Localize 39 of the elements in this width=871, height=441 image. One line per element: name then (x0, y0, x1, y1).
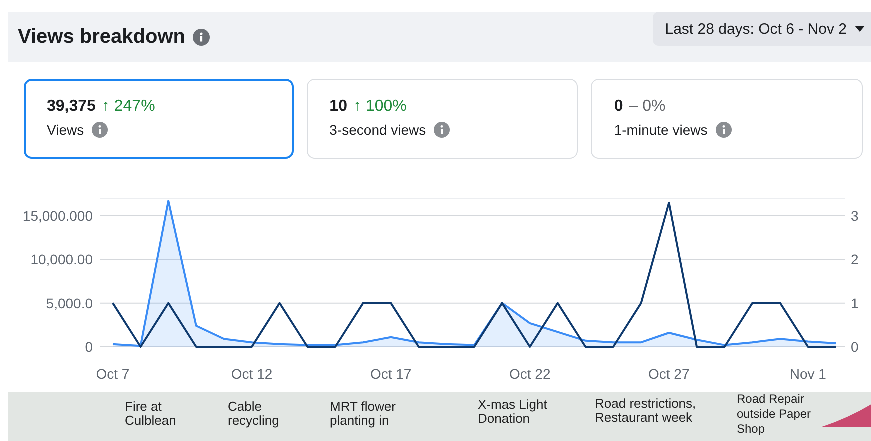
metric-value: 39,375 (47, 98, 96, 116)
metric-label: 1-minute views (614, 122, 708, 138)
metric-label: Views (47, 122, 84, 138)
axis-label: Oct 12 (231, 366, 273, 382)
info-icon[interactable] (716, 122, 732, 138)
event-note: Road restrictions, Restaurant week (595, 395, 698, 425)
axis-label: 5,000.0 (46, 295, 93, 312)
metric-value: 10 (330, 98, 348, 116)
event-note: Cable recycling (228, 398, 280, 428)
metric-label: 3-second views (330, 122, 426, 138)
axis-label: 15,000.000 (22, 208, 93, 224)
axis-label: Oct 7 (96, 366, 130, 382)
axis-label: 10,000.00 (30, 252, 93, 268)
metric-card[interactable]: 0 – 0% 1-minute views (591, 79, 864, 159)
info-icon[interactable] (434, 122, 450, 138)
metric-card[interactable]: 10 ↑ 100% 3-second views (306, 79, 578, 159)
caret-icon (855, 26, 865, 32)
axis-label: Oct 27 (648, 366, 690, 382)
event-note: X-mas Light Donation (478, 396, 548, 426)
axis-label: Nov 1 (790, 366, 826, 382)
axis-label: 1 (851, 295, 859, 312)
metric-card[interactable]: 39,375 ↑ 247% Views (24, 79, 294, 159)
date-range-dropdown[interactable]: Last 28 days: Oct 6 - Nov 2 (653, 12, 871, 46)
axis-label: 3 (851, 208, 859, 224)
event-note: Road Repair outside Paper Shop (737, 392, 812, 437)
axis-label: 2 (851, 252, 859, 268)
event-note: MRT flower planting in (330, 398, 397, 428)
axis-label: Oct 22 (510, 366, 551, 382)
metric-change: ↑ 100% (353, 98, 407, 116)
info-icon[interactable] (193, 28, 210, 46)
metric-value: 0 (614, 98, 624, 116)
metric-change: – 0% (629, 98, 666, 116)
info-icon[interactable] (92, 122, 108, 138)
section-title: Views breakdown (18, 26, 186, 48)
event-note: Fire at Culblean (125, 398, 178, 428)
axis-label: Oct 17 (370, 366, 412, 382)
metric-change: ↑ 247% (102, 98, 156, 116)
axis-label: 0 (851, 339, 859, 355)
axis-label: 0 (85, 339, 93, 355)
